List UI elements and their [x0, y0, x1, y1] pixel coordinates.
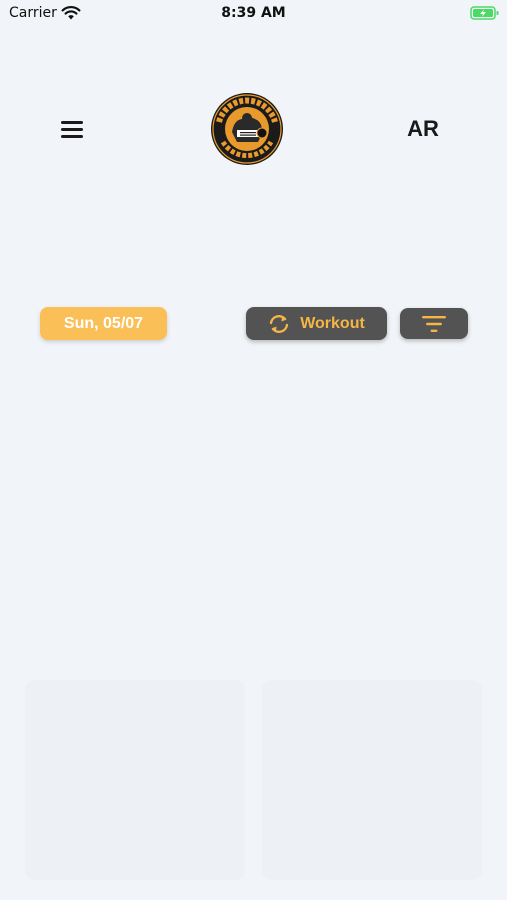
placeholder-card: [262, 680, 482, 880]
date-selector-button[interactable]: Sun, 05/07: [40, 307, 167, 340]
workout-toggle-button[interactable]: Workout: [246, 307, 387, 340]
status-time: 8:39 AM: [221, 5, 286, 21]
refresh-icon: [270, 314, 289, 333]
hamburger-menu-icon: [61, 121, 83, 124]
status-bar: Carrier 8:39 AM: [0, 0, 507, 28]
filter-icon: [422, 315, 446, 332]
evolution-center-logo: [211, 93, 283, 165]
battery-charging-icon: [470, 6, 499, 20]
date-label: Sun, 05/07: [63, 314, 144, 332]
app-screen: Carrier 8:39 AM AR Sun, 05/07 Workout: [0, 0, 507, 900]
workout-label: Workout: [300, 314, 365, 332]
placeholder-card: [25, 680, 245, 880]
language-toggle-button[interactable]: AR: [398, 113, 448, 145]
content-placeholder: [0, 640, 507, 900]
filter-button[interactable]: [400, 308, 468, 339]
menu-button[interactable]: [58, 116, 86, 142]
